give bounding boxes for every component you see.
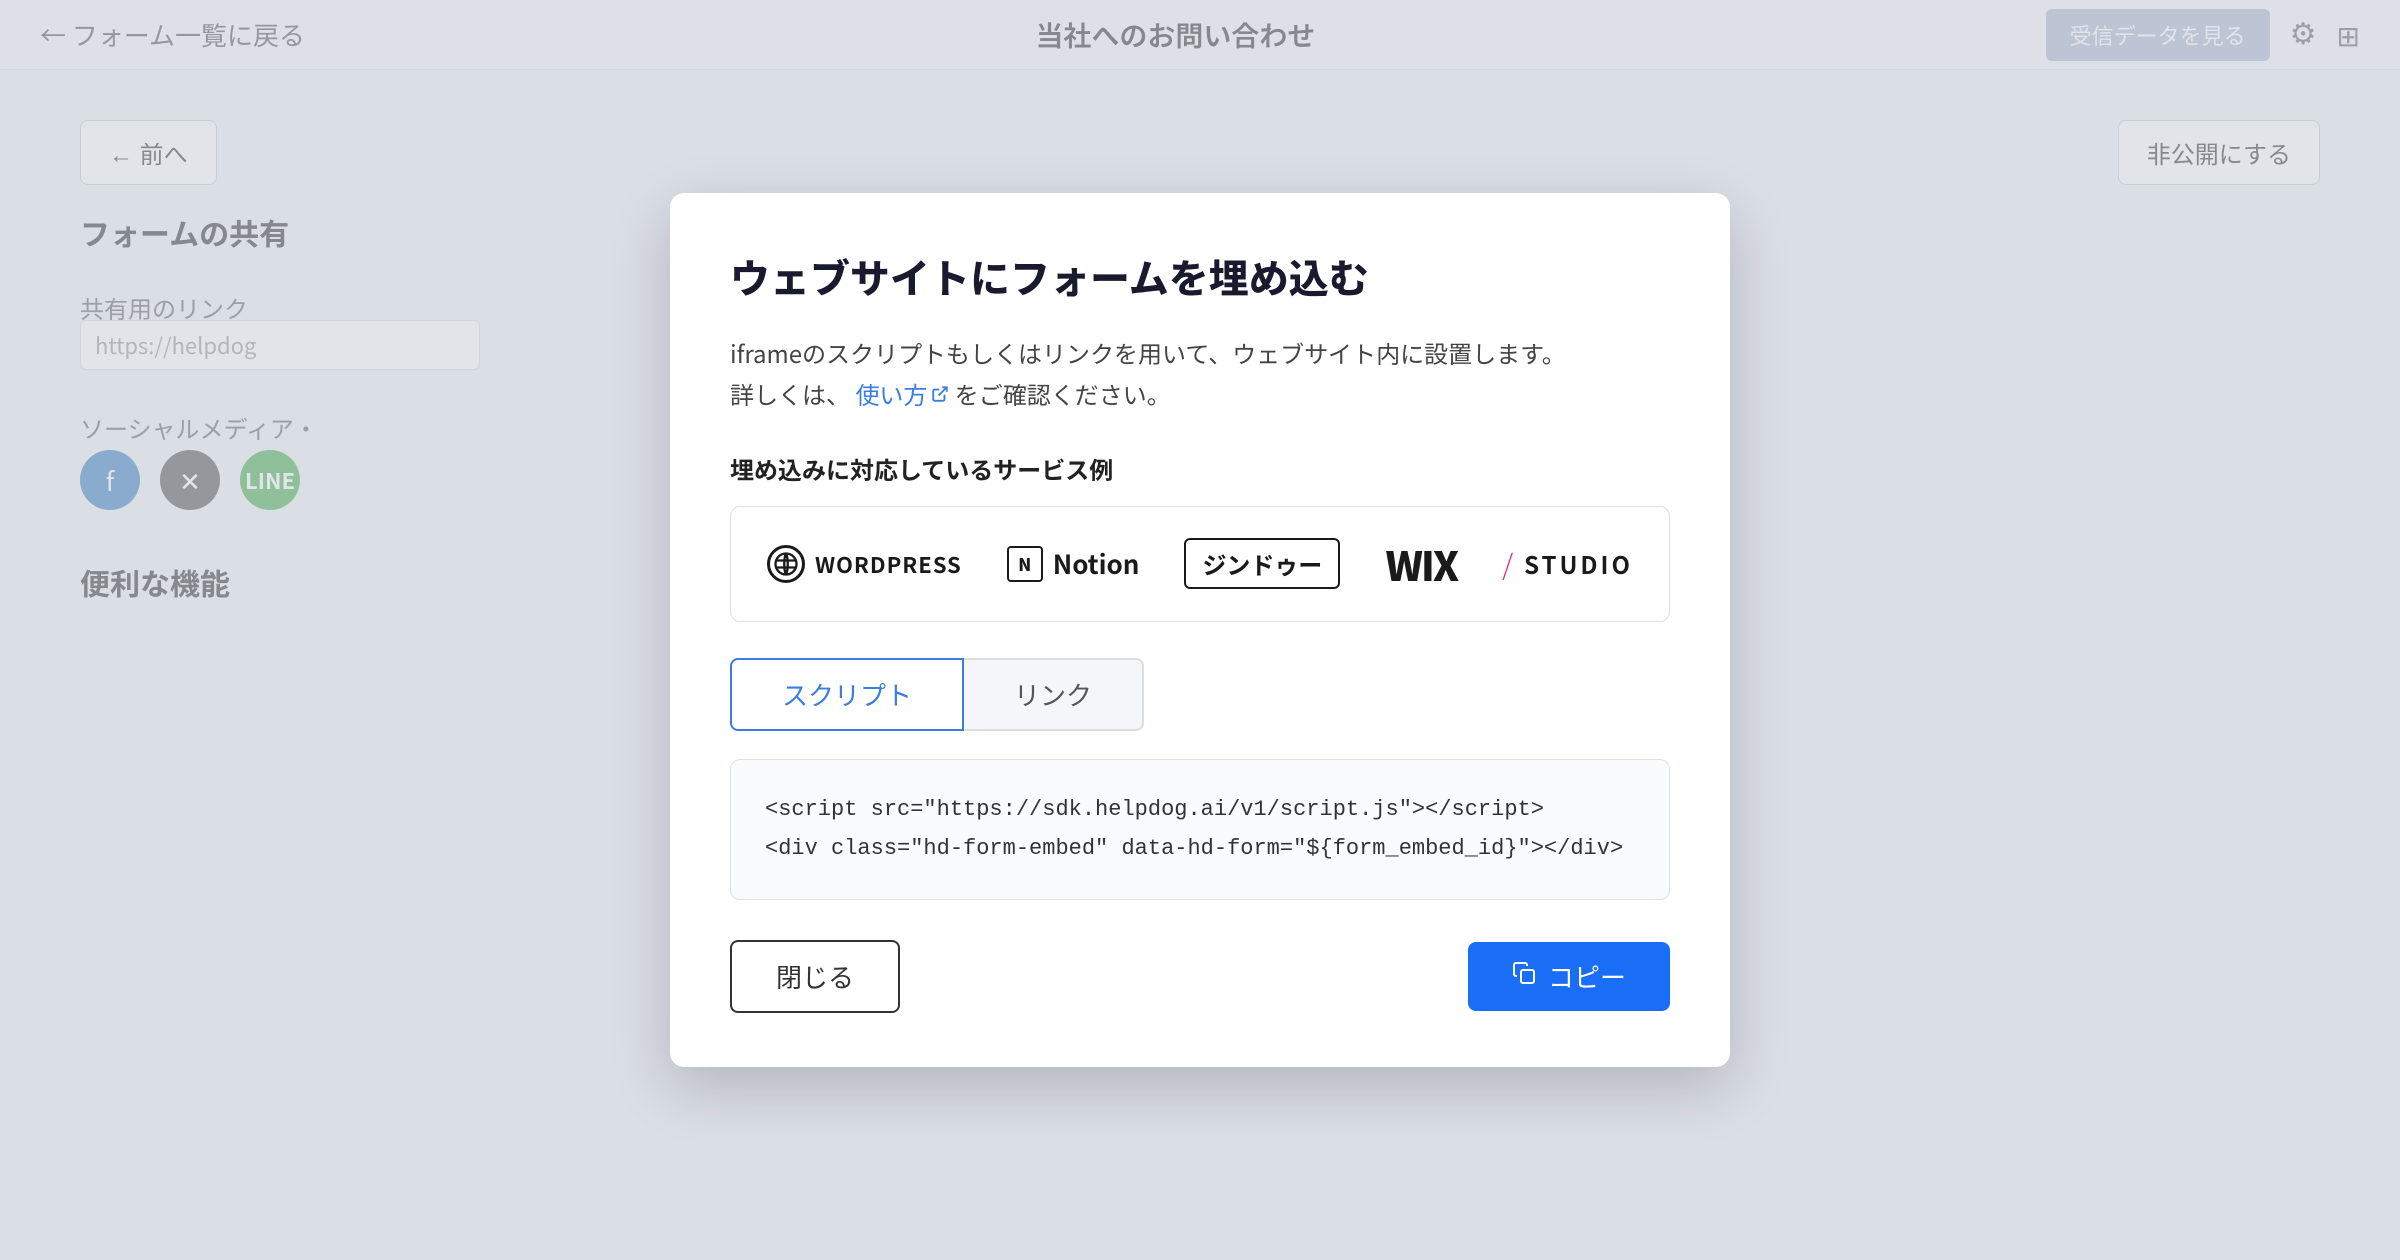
embed-modal: ウェブサイトにフォームを埋め込む iframeのスクリプトもしくはリンクを用いて…: [670, 193, 1730, 1067]
services-label: 埋め込みに対応しているサービス例: [730, 451, 1670, 486]
wordpress-service: WORDPRESS: [767, 545, 962, 583]
embed-tabs: スクリプト リンク: [730, 658, 1670, 731]
jimdo-service: ジンドゥー: [1184, 538, 1340, 589]
modal-overlay: ウェブサイトにフォームを埋め込む iframeのスクリプトもしくはリンクを用いて…: [0, 0, 2400, 1260]
close-button[interactable]: 閉じる: [730, 940, 900, 1013]
code-line-1: <script src="https://sdk.helpdog.ai/v1/s…: [765, 790, 1635, 830]
wix-label: WIX: [1385, 535, 1457, 593]
tab-link[interactable]: リンク: [964, 658, 1144, 731]
jimdo-label: ジンドゥー: [1184, 538, 1340, 589]
services-box: WORDPRESS N Notion ジンドゥー WIX /: [730, 506, 1670, 622]
notion-icon: N: [1007, 546, 1043, 582]
wordpress-icon: [767, 545, 805, 583]
copy-button-label: コピー: [1548, 958, 1626, 995]
description-pre: 詳しくは、: [730, 376, 850, 411]
modal-footer: 閉じる コピー: [730, 940, 1670, 1013]
background-page: ← フォーム一覧に戻る 当社へのお問い合わせ 受信データを見る ⚙ ⊞ ← 前へ…: [0, 0, 2400, 1260]
modal-description: iframeのスクリプトもしくはリンクを用いて、ウェブサイト内に設置します。 詳…: [730, 333, 1670, 415]
code-block: <script src="https://sdk.helpdog.ai/v1/s…: [730, 759, 1670, 900]
notion-service: N Notion: [1007, 545, 1140, 582]
studio-label: STUDIO: [1524, 546, 1633, 581]
studio-service: / STUDIO: [1502, 544, 1633, 584]
description-line2: 詳しくは、 使い方 をご確認ください。: [730, 374, 1670, 415]
wix-service: WIX: [1385, 535, 1457, 593]
notion-label: Notion: [1053, 545, 1140, 582]
description-line1: iframeのスクリプトもしくはリンクを用いて、ウェブサイト内に設置します。: [730, 333, 1670, 374]
description-post: をご確認ください。: [955, 376, 1171, 411]
code-line-2: <div class="hd-form-embed" data-hd-form=…: [765, 829, 1635, 869]
studio-slash-icon: /: [1502, 544, 1516, 584]
tab-script[interactable]: スクリプト: [730, 658, 964, 731]
help-link[interactable]: 使い方: [855, 376, 954, 411]
wordpress-label: WORDPRESS: [815, 548, 962, 580]
copy-button[interactable]: コピー: [1468, 942, 1670, 1011]
modal-title: ウェブサイトにフォームを埋め込む: [730, 247, 1670, 305]
copy-icon: [1512, 961, 1536, 992]
